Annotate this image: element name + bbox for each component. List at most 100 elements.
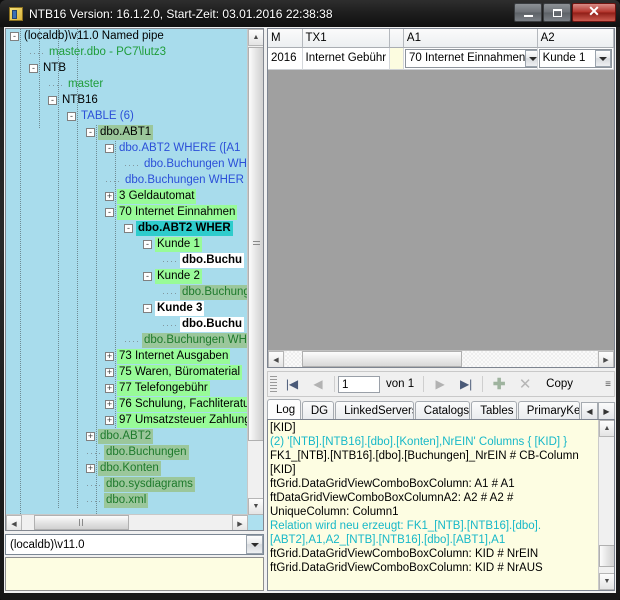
expand-icon[interactable]: + — [105, 384, 114, 394]
log-scroll-up-button[interactable]: ▲ — [599, 420, 614, 437]
tree-node[interactable]: - dbo.ABT2 WHERE ([A1 — [6, 141, 248, 157]
grid-cell-spacer[interactable] — [390, 48, 404, 70]
last-record-button[interactable]: ▶| — [453, 373, 479, 395]
collapse-icon[interactable]: - — [10, 32, 19, 42]
grid-cell-tx1[interactable]: Internet Gebühr — [302, 48, 391, 70]
tree-node[interactable]: +3 Geldautomat — [6, 189, 248, 205]
collapse-icon[interactable]: - — [143, 304, 152, 314]
expand-icon[interactable]: + — [105, 368, 114, 378]
tree-node[interactable]: +73 Internet Ausgaben — [6, 349, 248, 365]
tree-node[interactable]: - Kunde 3 — [6, 301, 248, 317]
tree-node[interactable]: - (localdb)\v11.0 Named pipe — [6, 29, 248, 45]
next-record-button[interactable]: ▶ — [427, 373, 453, 395]
tree-horizontal-scrollbar[interactable]: ◀ ▶ — [6, 514, 248, 530]
tab-primaryke[interactable]: PrimaryKe — [517, 401, 580, 420]
collapse-icon[interactable]: - — [105, 144, 114, 154]
add-record-button[interactable]: ✚ — [486, 373, 512, 395]
tree-node[interactable]: ···· dbo.Buchu — [6, 317, 248, 333]
expand-icon[interactable]: + — [86, 432, 95, 442]
tree-hscroll-thumb[interactable] — [34, 515, 129, 530]
previous-record-button[interactable]: ◀ — [305, 373, 331, 395]
collapse-icon[interactable]: - — [86, 128, 95, 138]
tree-scroll-thumb[interactable] — [248, 47, 263, 441]
tree-node[interactable]: - Kunde 2 — [6, 269, 248, 285]
tree-node[interactable]: - Kunde 1 — [6, 237, 248, 253]
expand-icon[interactable]: + — [86, 464, 95, 474]
tree-node[interactable]: ···· dbo.Buchung — [6, 285, 248, 301]
column-header-spacer[interactable] — [390, 29, 404, 48]
tree-node[interactable]: ···· dbo.xml — [6, 493, 248, 509]
expand-icon[interactable]: + — [105, 352, 114, 362]
expand-icon[interactable]: + — [105, 416, 114, 426]
expand-icon[interactable]: + — [105, 192, 114, 202]
tree-scroll-up-button[interactable]: ▲ — [248, 29, 263, 46]
tab-tables[interactable]: Tables — [471, 401, 517, 420]
grid-hscroll-thumb[interactable] — [302, 351, 462, 367]
tree-vertical-scrollbar[interactable]: ▲ ▼ — [247, 29, 263, 515]
tab-linkedservers[interactable]: LinkedServers — [335, 401, 414, 420]
cell-combobox-dropdown-button[interactable] — [525, 50, 537, 67]
tree-node[interactable]: + dbo.Konten — [6, 461, 248, 477]
collapse-icon[interactable]: - — [105, 208, 114, 218]
toolbar-grip[interactable] — [270, 376, 277, 392]
tree-node[interactable]: +77 Telefongebühr — [6, 381, 248, 397]
expand-icon[interactable]: + — [105, 400, 114, 410]
column-header-m[interactable]: M — [268, 29, 303, 48]
tree-node[interactable]: ···· dbo.sysdiagrams — [6, 477, 248, 493]
tree-node[interactable]: ···· master.dbo - PC7\lutz3 — [6, 45, 248, 61]
collapse-icon[interactable]: - — [29, 64, 38, 74]
tree-scroll-down-button[interactable]: ▼ — [248, 498, 263, 515]
tab-strip[interactable]: Log DG LinkedServers Catalogs Tables PrimaryK… — [267, 399, 615, 420]
server-combobox-dropdown-button[interactable] — [246, 535, 263, 554]
tree-canvas[interactable]: - (localdb)\v11.0 Named pipe ···· master.db… — [6, 29, 248, 515]
grid-cell-a2[interactable]: Kunde 1 — [537, 48, 614, 70]
grid-cell-m[interactable]: 2016 — [268, 48, 303, 70]
first-record-button[interactable]: |◀ — [279, 373, 305, 395]
cell-combobox-dropdown-button[interactable] — [595, 50, 611, 67]
minimize-button[interactable] — [514, 3, 542, 22]
tab-scroll-right-button[interactable]: ▶ — [598, 402, 615, 420]
cell-combobox-a1[interactable]: 70 Internet Einnahmen — [404, 49, 537, 68]
tab-dg[interactable]: DG — [301, 401, 335, 420]
tree-node[interactable]: +97 Umsatzsteuer Zahlung — [6, 413, 248, 429]
tree-node[interactable]: ···· master — [6, 77, 248, 93]
column-header-a1[interactable]: A1 — [403, 29, 538, 48]
tree-node[interactable]: ···· dbo.Buchu — [6, 253, 248, 269]
delete-record-button[interactable]: ✕ — [512, 373, 538, 395]
tree-node[interactable]: - dbo.ABT1 — [6, 125, 248, 141]
close-button[interactable]: ✕ — [572, 3, 616, 22]
grid-scroll-right-button[interactable]: ▶ — [598, 351, 614, 367]
column-header-tx1[interactable]: TX1 — [302, 29, 391, 48]
collapse-icon[interactable]: - — [143, 240, 152, 250]
tab-log[interactable]: Log — [267, 399, 301, 420]
table-row[interactable]: 2016 Internet Gebühr 70 Internet Einnahmen… — [268, 48, 614, 70]
database-tree[interactable]: - (localdb)\v11.0 Named pipe ···· master.db… — [5, 28, 264, 531]
toolbar-overflow-button[interactable]: ≡ — [605, 379, 614, 390]
tree-node[interactable]: ···· dbo.Buchungen WH — [6, 333, 248, 349]
log-scroll-thumb[interactable] — [599, 545, 614, 567]
record-position-input[interactable]: 1 — [338, 375, 380, 393]
collapse-icon[interactable]: - — [48, 96, 57, 106]
cell-combobox-a2[interactable]: Kunde 1 — [538, 49, 612, 68]
tree-scroll-left-button[interactable]: ◀ — [6, 515, 22, 530]
tab-scroll-left-button[interactable]: ◀ — [581, 402, 598, 420]
tree-node[interactable]: + dbo.ABT2 — [6, 429, 248, 445]
tree-node[interactable]: - dbo.ABT2 WHER — [6, 221, 248, 237]
copy-button[interactable]: Copy — [546, 378, 573, 390]
tree-node[interactable]: +75 Waren, Büromaterial — [6, 365, 248, 381]
grid-cell-a1[interactable]: 70 Internet Einnahmen — [403, 48, 538, 70]
collapse-icon[interactable]: - — [143, 272, 152, 282]
grid-scroll-left-button[interactable]: ◀ — [268, 351, 284, 367]
tab-catalogs[interactable]: Catalogs — [414, 401, 471, 420]
server-combobox[interactable]: (localdb)\v11.0 — [5, 534, 264, 555]
log-vertical-scrollbar[interactable]: ▲ ▼ — [598, 420, 614, 590]
column-header-a2[interactable]: A2 — [537, 29, 614, 48]
tree-node[interactable]: - NTB16 — [6, 93, 248, 109]
tree-node[interactable]: ···· dbo.Buchungen — [6, 445, 248, 461]
tree-node[interactable]: +76 Schulung, Fachliteratu — [6, 397, 248, 413]
collapse-icon[interactable]: - — [124, 224, 133, 234]
tree-node[interactable]: ···· dbo.Buchungen WHER — [6, 173, 248, 189]
collapse-icon[interactable]: - — [67, 112, 76, 122]
tree-scroll-right-button[interactable]: ▶ — [232, 515, 248, 530]
log-panel[interactable]: [KID] (2) '[NTB].[NTB16].[dbo].[Konten],N… — [267, 419, 615, 591]
